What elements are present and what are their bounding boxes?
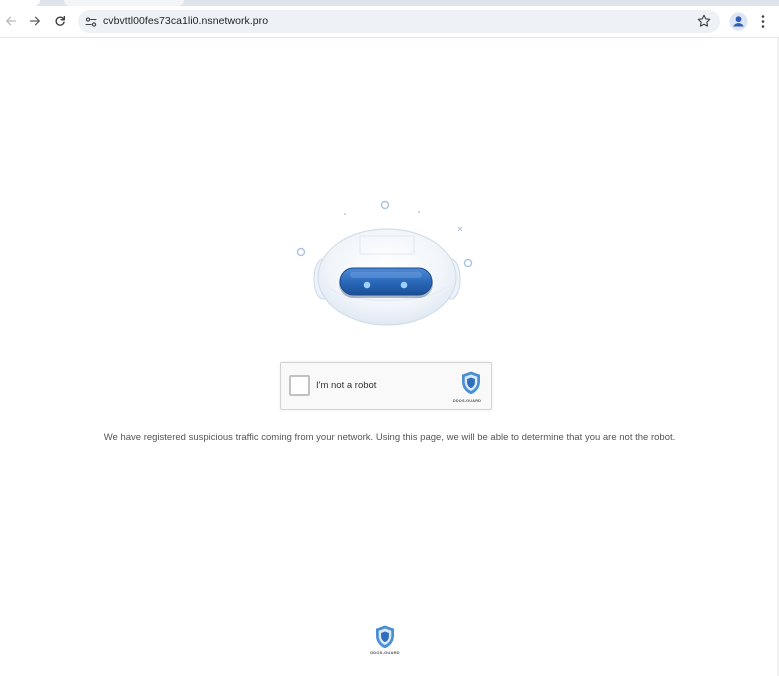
kebab-icon[interactable] — [757, 12, 769, 31]
account-icon[interactable] — [729, 12, 748, 31]
star-icon[interactable] — [696, 13, 712, 29]
address-bar[interactable]: cvbvttl00fes73ca1li0.nsnetwork.pro — [78, 10, 720, 33]
url-text[interactable]: cvbvttl00fes73ca1li0.nsnetwork.pro — [103, 14, 268, 29]
footer-brand: DDOS-GUARD — [370, 650, 400, 655]
captcha-label: I'm not a robot — [316, 380, 377, 391]
shield-icon — [376, 625, 394, 649]
arrow-right-icon — [29, 16, 41, 26]
reload-button[interactable] — [49, 10, 71, 32]
robot-illustration — [296, 200, 473, 326]
browser-toolbar: cvbvttl00fes73ca1li0.nsnetwork.pro — [0, 6, 779, 38]
captcha-brand: DDOS-GUARD — [452, 399, 482, 403]
notice-text: We have registered suspicious traffic co… — [103, 432, 676, 443]
reload-icon — [55, 15, 65, 26]
captcha-widget: I'm not a robot DDOS-GUARD — [280, 362, 492, 410]
tune-icon[interactable] — [84, 15, 98, 29]
shield-icon — [462, 371, 480, 395]
forward-button[interactable] — [24, 10, 46, 32]
back-button[interactable] — [0, 10, 22, 32]
arrow-left-icon — [5, 16, 17, 26]
captcha-checkbox[interactable] — [289, 375, 310, 396]
